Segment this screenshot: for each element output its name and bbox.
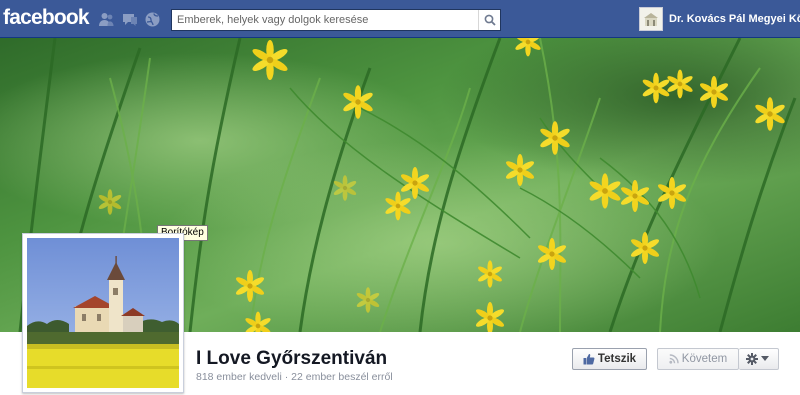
facebook-logo[interactable]: facebook: [3, 6, 90, 30]
search-icon: [484, 14, 496, 26]
friend-requests-icon[interactable]: [97, 10, 115, 28]
search-input[interactable]: [172, 10, 479, 30]
top-navigation-bar: facebook Dr. Kovács Pál Megyei Kö: [0, 0, 800, 38]
follow-button[interactable]: Követem: [657, 348, 739, 370]
notifications-icon[interactable]: [143, 10, 161, 28]
like-button-label: Tetszik: [597, 353, 637, 365]
thumbs-up-icon: [583, 353, 595, 365]
page-settings-button[interactable]: [739, 348, 779, 370]
profile-image: [27, 238, 179, 388]
profile-picture[interactable]: [22, 233, 184, 393]
page-stats: 818 ember kedveli · 22 ember beszél errő…: [196, 371, 393, 383]
user-profile-link[interactable]: Dr. Kovács Pál Megyei Kö: [639, 7, 800, 31]
chevron-down-icon: [760, 356, 769, 362]
messages-icon[interactable]: [120, 10, 138, 28]
avatar: [639, 7, 663, 31]
page-title[interactable]: I Love Győrszentiván: [196, 348, 387, 370]
search-box: [171, 9, 501, 31]
like-button[interactable]: Tetszik: [572, 348, 647, 370]
user-name: Dr. Kovács Pál Megyei Kö: [669, 13, 800, 25]
rss-icon: [669, 354, 679, 364]
search-button[interactable]: [478, 10, 500, 30]
gear-icon: [745, 353, 758, 365]
follow-button-label: Követem: [681, 353, 728, 365]
